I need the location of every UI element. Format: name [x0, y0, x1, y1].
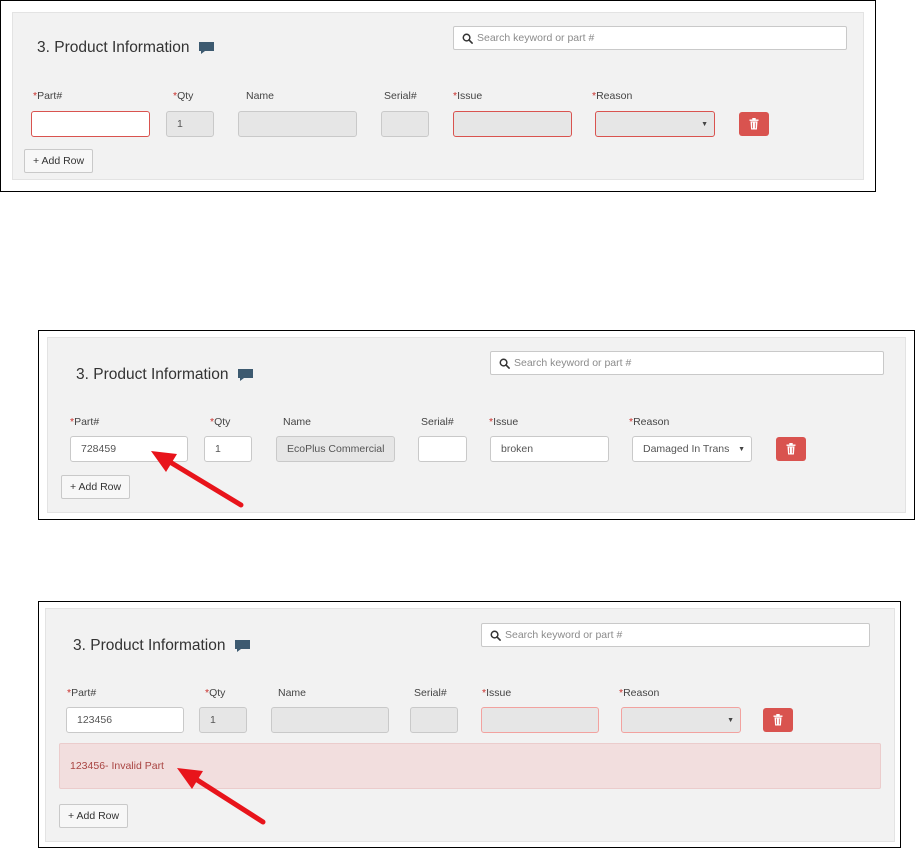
add-row-button[interactable]: + Add Row — [61, 475, 131, 499]
search-placeholder: Search keyword or part # — [514, 357, 632, 369]
search-placeholder: Search keyword or part # — [505, 629, 623, 641]
trash-icon — [786, 443, 796, 455]
serial-input[interactable] — [381, 111, 429, 137]
qty-label: *Qty — [173, 90, 194, 102]
section-title: 3. Product Information — [37, 39, 215, 57]
serial-input[interactable] — [418, 436, 467, 462]
comment-icon[interactable] — [198, 41, 215, 55]
search-input[interactable]: Search keyword or part # — [453, 26, 847, 50]
name-input — [238, 111, 357, 137]
part-input[interactable]: 123456 — [66, 707, 184, 733]
reason-select[interactable]: Damaged In Trans ▼ — [632, 436, 752, 462]
issue-label: *Issue — [453, 90, 483, 102]
part-label: *Part# — [70, 416, 100, 428]
part-input[interactable] — [31, 111, 150, 137]
search-icon — [462, 33, 473, 44]
issue-input[interactable] — [453, 111, 572, 137]
delete-row-button[interactable] — [776, 437, 806, 461]
comment-icon[interactable] — [234, 639, 251, 653]
screenshot-frame-2: 3. Product Information Search keyword or… — [38, 330, 915, 520]
serial-input[interactable] — [410, 707, 458, 733]
section-title: 3. Product Information — [73, 637, 251, 655]
name-label: Name — [246, 90, 275, 102]
part-label: *Part# — [33, 90, 63, 102]
search-icon — [490, 630, 501, 641]
delete-row-button[interactable] — [739, 112, 769, 136]
reason-select-value: Damaged In Trans — [643, 443, 730, 455]
section-title-text: 3. Product Information — [76, 366, 229, 383]
qty-input[interactable]: 1 — [166, 111, 214, 137]
comment-icon[interactable] — [237, 368, 254, 382]
invalid-part-message: 123456- Invalid Part — [70, 760, 164, 772]
section-title: 3. Product Information — [76, 366, 254, 384]
delete-row-button[interactable] — [763, 708, 793, 732]
qty-label: *Qty — [210, 416, 231, 428]
serial-label: Serial# — [421, 416, 454, 428]
reason-label: *Reason — [619, 687, 660, 699]
search-input[interactable]: Search keyword or part # — [490, 351, 884, 375]
screenshot-frame-3: 3. Product Information Search keyword or… — [38, 601, 901, 848]
issue-label: *Issue — [482, 687, 512, 699]
name-input — [271, 707, 389, 733]
reason-select[interactable]: ▼ — [621, 707, 741, 733]
annotation-arrow — [177, 768, 266, 825]
trash-icon — [773, 714, 783, 726]
search-placeholder: Search keyword or part # — [477, 32, 595, 44]
name-label: Name — [283, 416, 312, 428]
reason-select[interactable]: ▼ — [595, 111, 715, 137]
caret-down-icon: ▼ — [701, 121, 708, 128]
qty-label: *Qty — [205, 687, 226, 699]
add-row-button[interactable]: + Add Row — [24, 149, 94, 173]
part-label: *Part# — [67, 687, 97, 699]
screenshot-frame-1: 3. Product Information Search keyword or… — [0, 0, 876, 192]
annotation-arrow — [151, 451, 244, 508]
serial-label: Serial# — [414, 687, 447, 699]
section-title-text: 3. Product Information — [37, 39, 190, 56]
name-input: EcoPlus Commercial — [276, 436, 395, 462]
issue-label: *Issue — [489, 416, 519, 428]
trash-icon — [749, 118, 759, 130]
add-row-button[interactable]: + Add Row — [59, 804, 129, 828]
serial-label: Serial# — [384, 90, 417, 102]
qty-input[interactable]: 1 — [199, 707, 247, 733]
reason-label: *Reason — [629, 416, 670, 428]
caret-down-icon: ▼ — [727, 717, 734, 724]
issue-input[interactable] — [481, 707, 599, 733]
issue-input[interactable]: broken — [490, 436, 609, 462]
search-input[interactable]: Search keyword or part # — [481, 623, 870, 647]
section-title-text: 3. Product Information — [73, 637, 226, 654]
caret-down-icon: ▼ — [738, 446, 745, 453]
name-label: Name — [278, 687, 307, 699]
product-information-card: 3. Product Information Search keyword or… — [12, 12, 864, 180]
search-icon — [499, 358, 510, 369]
reason-label: *Reason — [592, 90, 633, 102]
